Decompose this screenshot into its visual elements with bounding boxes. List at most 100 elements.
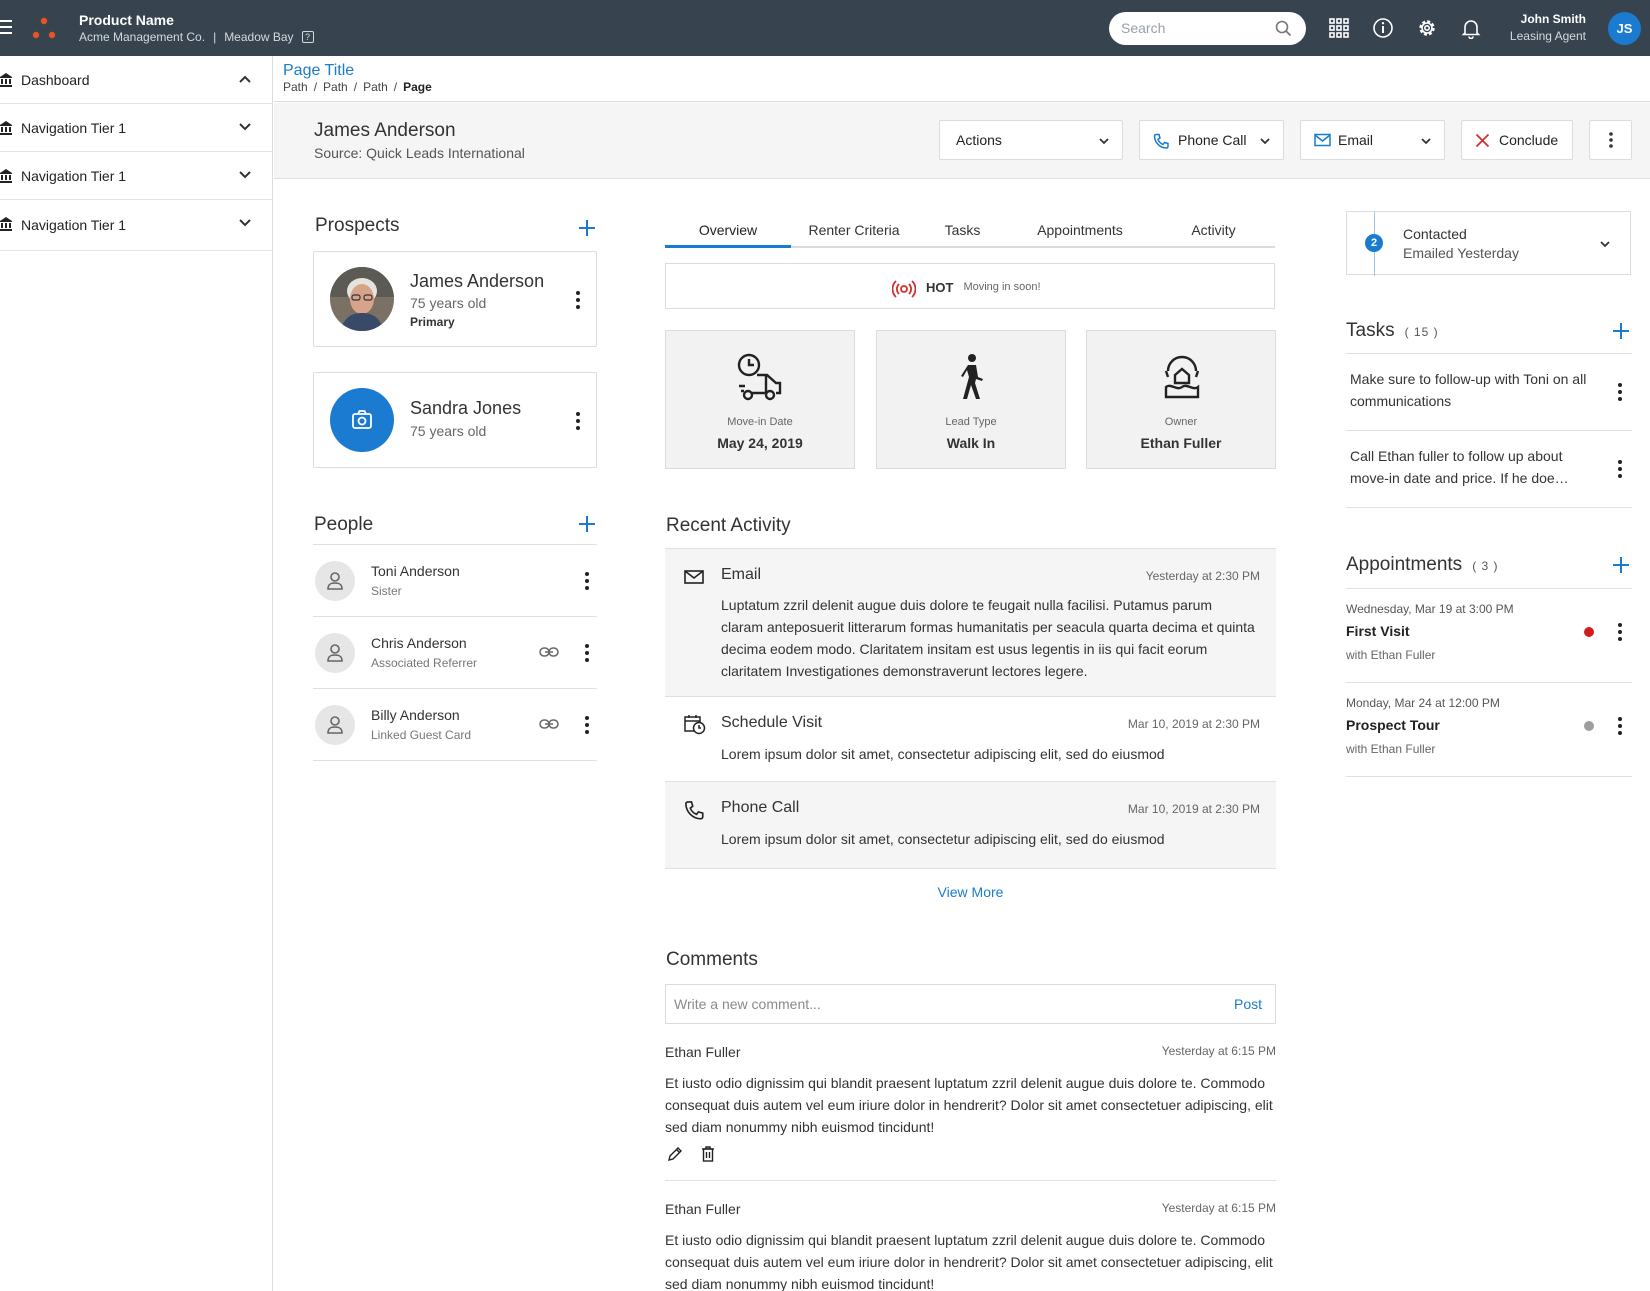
tab-activity[interactable]: Activity (1152, 216, 1275, 248)
tab-tasks[interactable]: Tasks (917, 216, 1008, 248)
search-icon[interactable] (1275, 20, 1292, 37)
actions-label: Actions (956, 132, 1002, 148)
delete-trash-icon[interactable] (701, 1146, 715, 1162)
moving-truck-icon (736, 353, 786, 401)
chevron-down-icon[interactable] (239, 171, 251, 179)
phone-call-label: Phone Call (1178, 132, 1247, 148)
appointment-with: with Ethan Fuller (1346, 742, 1436, 756)
more-options-button[interactable] (1589, 120, 1632, 160)
prospect-photo (330, 267, 394, 331)
activity-item-email[interactable]: Email Yesterday at 2:30 PM Luptatum zzri… (665, 549, 1276, 697)
post-button[interactable]: Post (1234, 996, 1262, 1012)
phone-call-dropdown[interactable]: Phone Call (1139, 120, 1284, 160)
notifications-bell-icon[interactable] (1460, 17, 1482, 39)
top-bar: Product Name Acme Management Co. | Meado… (0, 0, 1650, 56)
search-input[interactable] (1121, 20, 1271, 36)
chevron-down-icon[interactable] (239, 219, 251, 227)
sidebar-item-nav-tier-1[interactable]: Navigation Tier 1 (0, 104, 272, 152)
person-row[interactable]: Billy Anderson Linked Guest Card (313, 689, 597, 761)
add-prospect-icon[interactable] (578, 219, 596, 237)
conclude-button[interactable]: Conclude (1461, 120, 1573, 160)
hot-lead-banner: HOT Moving in soon! (665, 263, 1275, 309)
add-appointment-icon[interactable] (1612, 556, 1630, 574)
prospect-card[interactable]: Sandra Jones 75 years old (313, 372, 597, 468)
user-avatar[interactable]: JS (1608, 12, 1641, 45)
search-box[interactable] (1109, 12, 1306, 45)
breadcrumb-link[interactable]: Path (363, 80, 388, 94)
task-item[interactable]: Call Ethan fuller to follow up about mov… (1346, 431, 1632, 508)
info-icon[interactable] (1372, 17, 1394, 39)
person-row[interactable]: Toni Anderson Sister (313, 545, 597, 617)
user-info[interactable]: John Smith Leasing Agent (1510, 12, 1586, 43)
chevron-down-icon (1421, 138, 1431, 145)
help-icon[interactable]: ? (301, 31, 314, 43)
settings-gear-icon[interactable] (1416, 17, 1438, 39)
kebab-menu-icon[interactable] (1618, 623, 1622, 641)
activity-body: Lorem ipsum dolor sit amet, consectetur … (721, 746, 1165, 762)
product-logo-icon[interactable] (31, 16, 57, 40)
stat-card-move-in: Move-in Date May 24, 2019 (665, 330, 855, 469)
hamburger-menu-icon[interactable] (0, 20, 14, 34)
activity-item-phone-call[interactable]: Phone Call Mar 10, 2019 at 2:30 PM Lorem… (665, 782, 1276, 869)
record-source: Source: Quick Leads International (314, 145, 525, 161)
stat-label: Move-in Date (727, 416, 793, 428)
appointment-item[interactable]: Wednesday, Mar 19 at 3:00 PM First Visit… (1346, 589, 1632, 683)
envelope-icon (1314, 133, 1331, 147)
edit-pencil-icon[interactable] (667, 1146, 683, 1162)
kebab-menu-icon[interactable] (585, 716, 589, 734)
tasks-title: Tasks (1346, 320, 1395, 341)
kebab-menu-icon[interactable] (1618, 383, 1622, 401)
person-row[interactable]: Chris Anderson Associated Referrer (313, 617, 597, 689)
prospect-card[interactable]: James Anderson 75 years old Primary (313, 251, 597, 347)
tasks-heading: Tasks ( 15 ) (1346, 320, 1439, 342)
breadcrumb-link[interactable]: Path (283, 80, 308, 94)
chevron-down-icon[interactable] (1600, 241, 1610, 248)
task-item[interactable]: Make sure to follow-up with Toni on all … (1346, 354, 1632, 431)
link-icon[interactable] (539, 647, 559, 657)
breadcrumb-current: Page (403, 80, 432, 94)
status-step-badge: 2 (1365, 234, 1383, 252)
comment-input[interactable] (674, 996, 1194, 1012)
apps-grid-icon[interactable] (1328, 17, 1350, 39)
phone-icon (684, 800, 704, 820)
chevron-down-icon (1099, 138, 1109, 145)
org-context: Acme Management Co. | Meadow Bay ? (79, 30, 314, 44)
stat-value: Walk In (946, 435, 996, 451)
kebab-menu-icon[interactable] (576, 291, 580, 309)
sidebar-item-dashboard[interactable]: Dashboard (0, 56, 272, 104)
stat-value: May 24, 2019 (717, 435, 803, 451)
sidebar-item-nav-tier-1[interactable]: Navigation Tier 1 (0, 200, 272, 251)
activity-item-schedule-visit[interactable]: Schedule Visit Mar 10, 2019 at 2:30 PM L… (665, 697, 1276, 782)
comment-date: Yesterday at 6:15 PM (1161, 1201, 1276, 1215)
kebab-menu-icon[interactable] (1618, 717, 1622, 735)
activity-body: Luptatum zzril delenit augue duis dolore… (721, 597, 1255, 679)
kebab-menu-icon[interactable] (585, 644, 589, 662)
tab-overview[interactable]: Overview (665, 216, 791, 248)
chevron-down-icon[interactable] (239, 123, 251, 131)
email-dropdown[interactable]: Email (1300, 120, 1445, 160)
add-task-icon[interactable] (1612, 322, 1630, 340)
kebab-menu-icon[interactable] (585, 572, 589, 590)
kebab-menu-icon[interactable] (576, 412, 580, 430)
lead-status-card[interactable]: 2 Contacted Emailed Yesterday (1346, 211, 1631, 276)
bank-icon (0, 169, 12, 183)
kebab-menu-icon[interactable] (1618, 460, 1622, 478)
task-text: Call Ethan fuller to follow up about mov… (1350, 448, 1569, 486)
appointment-item[interactable]: Monday, Mar 24 at 12:00 PM Prospect Tour… (1346, 683, 1632, 777)
sidebar-item-label: Navigation Tier 1 (21, 217, 127, 233)
property-name[interactable]: Meadow Bay (224, 30, 293, 44)
view-more-link[interactable]: View More (665, 884, 1276, 900)
breadcrumb-link[interactable]: Path (323, 80, 348, 94)
link-icon[interactable] (539, 719, 559, 729)
comment-composer: Post (665, 984, 1276, 1024)
tab-appointments[interactable]: Appointments (1008, 216, 1152, 248)
actions-dropdown[interactable]: Actions (939, 120, 1123, 160)
prospect-age: 75 years old (410, 295, 487, 311)
chevron-up-icon[interactable] (239, 75, 251, 83)
sidebar-item-nav-tier-1[interactable]: Navigation Tier 1 (0, 152, 272, 200)
appointments-title: Appointments (1346, 554, 1463, 575)
email-label: Email (1338, 132, 1374, 148)
tab-renter-criteria[interactable]: Renter Criteria (791, 216, 917, 248)
add-person-icon[interactable] (578, 515, 596, 533)
camera-icon[interactable] (330, 388, 394, 452)
